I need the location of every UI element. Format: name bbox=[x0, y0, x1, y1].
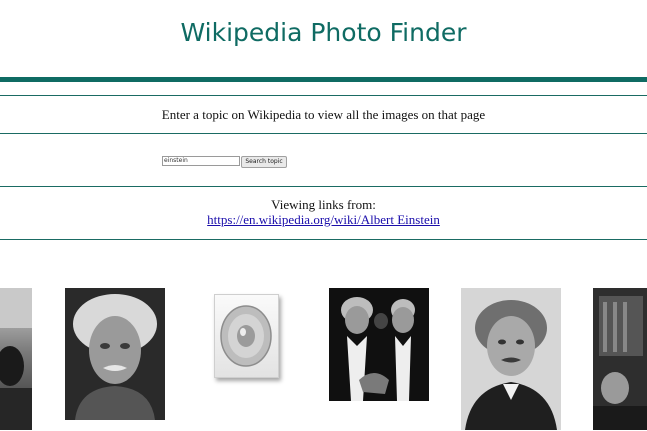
viewing-block: Viewing links from: https://en.wikipedia… bbox=[0, 197, 647, 227]
einstein-portrait-photo[interactable] bbox=[65, 288, 165, 420]
audio-speaker-icon[interactable] bbox=[214, 294, 279, 378]
photo-partial-left[interactable] bbox=[0, 288, 32, 430]
instruction-text: Enter a topic on Wikipedia to view all t… bbox=[161, 107, 486, 122]
search-input[interactable]: einstein bbox=[162, 156, 240, 166]
source-link[interactable]: https://en.wikipedia.org/wiki/Albert Ein… bbox=[207, 212, 440, 227]
page-title: Wikipedia Photo Finder bbox=[180, 18, 467, 47]
viewing-label: Viewing links from: bbox=[271, 197, 376, 212]
search-topic-button[interactable]: Search topic bbox=[241, 156, 287, 168]
einstein-and-chaplin-photo[interactable] bbox=[329, 288, 429, 401]
photo-partial-right[interactable] bbox=[593, 288, 647, 430]
divider-line bbox=[0, 239, 647, 240]
einstein-suit-portrait-photo[interactable] bbox=[461, 288, 561, 430]
header-divider bbox=[0, 77, 647, 82]
divider-line bbox=[0, 186, 647, 187]
divider-line bbox=[0, 95, 647, 96]
divider-line bbox=[0, 133, 647, 134]
